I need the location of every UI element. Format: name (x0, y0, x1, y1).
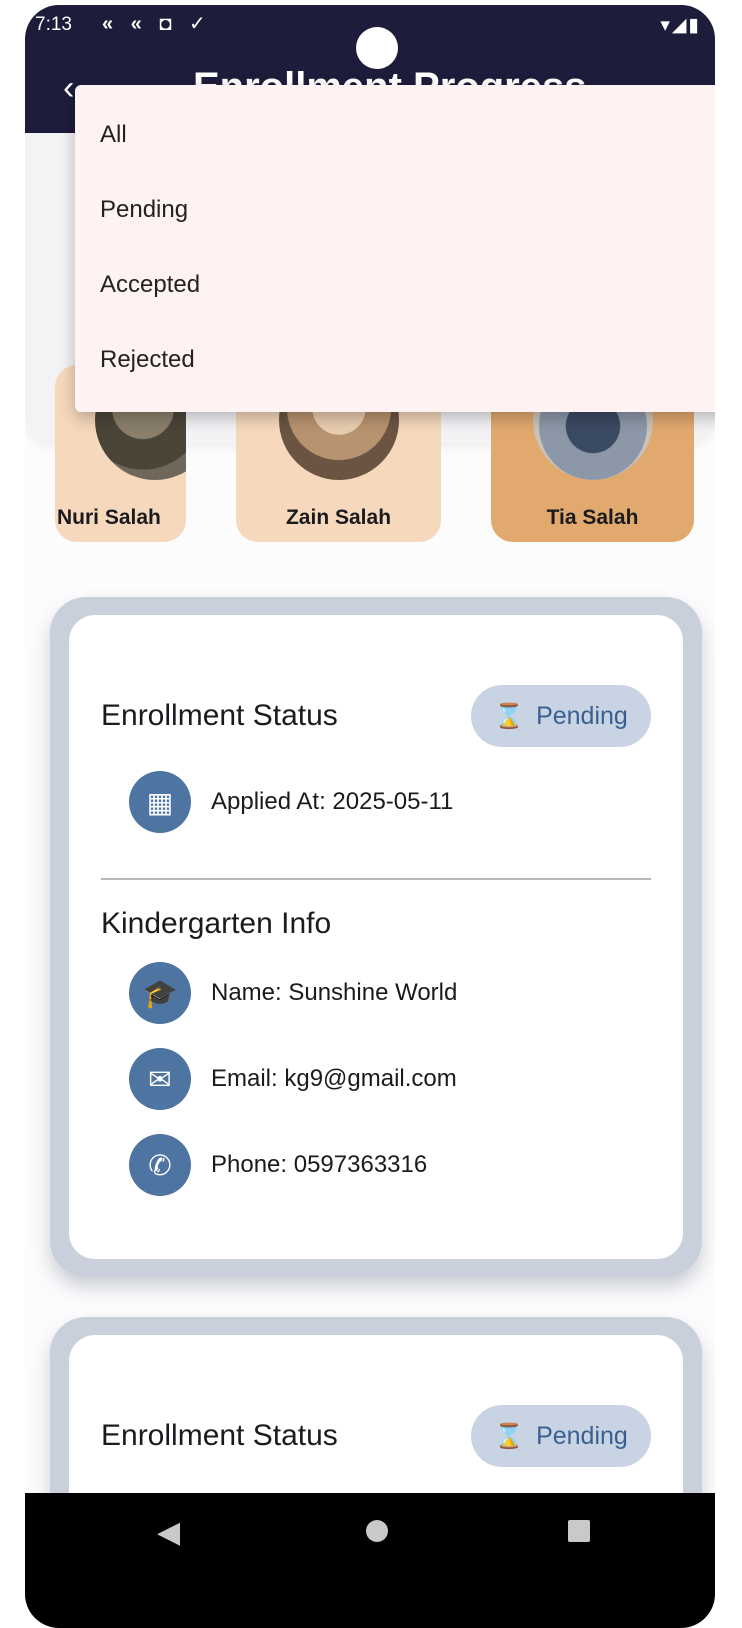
kg-name: Name: Sunshine World (211, 979, 458, 1006)
status-filter-menu: All Pending Accepted Rejected (75, 85, 715, 412)
applied-row: ▦ Applied At: 2025-05-11 (129, 770, 453, 834)
nav-home-icon[interactable] (366, 1520, 388, 1542)
child-name: Zain Salah (285, 506, 392, 529)
status-badge-label: Pending (536, 701, 628, 730)
menu-item-pending[interactable]: Pending (100, 172, 700, 247)
enrollment-status-heading: Enrollment Status (101, 699, 338, 732)
status-badge-label: Pending (536, 1421, 628, 1450)
kg-email-row: ✉ Email: kg9@gmail.com (129, 1047, 457, 1111)
camera-cutout (356, 27, 398, 69)
applied-date: Applied At: 2025-05-11 (211, 788, 454, 815)
menu-item-rejected[interactable]: Rejected (100, 322, 700, 397)
kg-phone-row: ✆ Phone: 0597363316 (129, 1133, 427, 1197)
hourglass-icon: ⌛ (494, 1422, 525, 1450)
kindergarten-info-heading: Kindergarten Info (101, 907, 332, 940)
child-name: Tia Salah (546, 506, 639, 529)
divider (101, 878, 651, 880)
nav-back-icon[interactable]: ◀ (157, 1515, 180, 1550)
menu-item-accepted[interactable]: Accepted (100, 247, 700, 322)
hourglass-icon: ⌛ (494, 702, 525, 730)
kg-email: Email: kg9@gmail.com (211, 1065, 457, 1092)
menu-item-all[interactable]: All (100, 97, 700, 172)
mail-icon: ✉ (129, 1048, 191, 1110)
signal-battery-icons: ▾◢▮ (660, 15, 701, 36)
enrollment-card-body: Enrollment Status ⌛ Pending ▦ Applied At… (69, 615, 683, 1259)
enrollment-status-heading: Enrollment Status (101, 1419, 338, 1452)
child-name: Nuri Salah (57, 506, 161, 529)
status-badge: ⌛ Pending (471, 1405, 651, 1467)
status-time: 7:13 (35, 14, 72, 35)
back-arrow-icon[interactable]: ‹ (63, 69, 74, 108)
nav-recents-icon[interactable] (568, 1520, 590, 1542)
phone-icon: ✆ (129, 1134, 191, 1196)
status-badge: ⌛ Pending (471, 685, 651, 747)
notification-icons: « « ◘ ✓ (102, 13, 212, 35)
system-nav-bar: ◀ (25, 1493, 715, 1628)
phone-screen: 7:13 « « ◘ ✓ ▾◢▮ ‹ Enrollment Progress N… (25, 5, 715, 1628)
kg-phone: Phone: 0597363316 (211, 1151, 428, 1178)
graduation-cap-icon: 🎓 (129, 962, 191, 1024)
kg-name-row: 🎓 Name: Sunshine World (129, 961, 457, 1025)
enrollment-card: Enrollment Status ⌛ Pending ▦ Applied At… (50, 597, 702, 1277)
calendar-icon: ▦ (129, 771, 191, 833)
